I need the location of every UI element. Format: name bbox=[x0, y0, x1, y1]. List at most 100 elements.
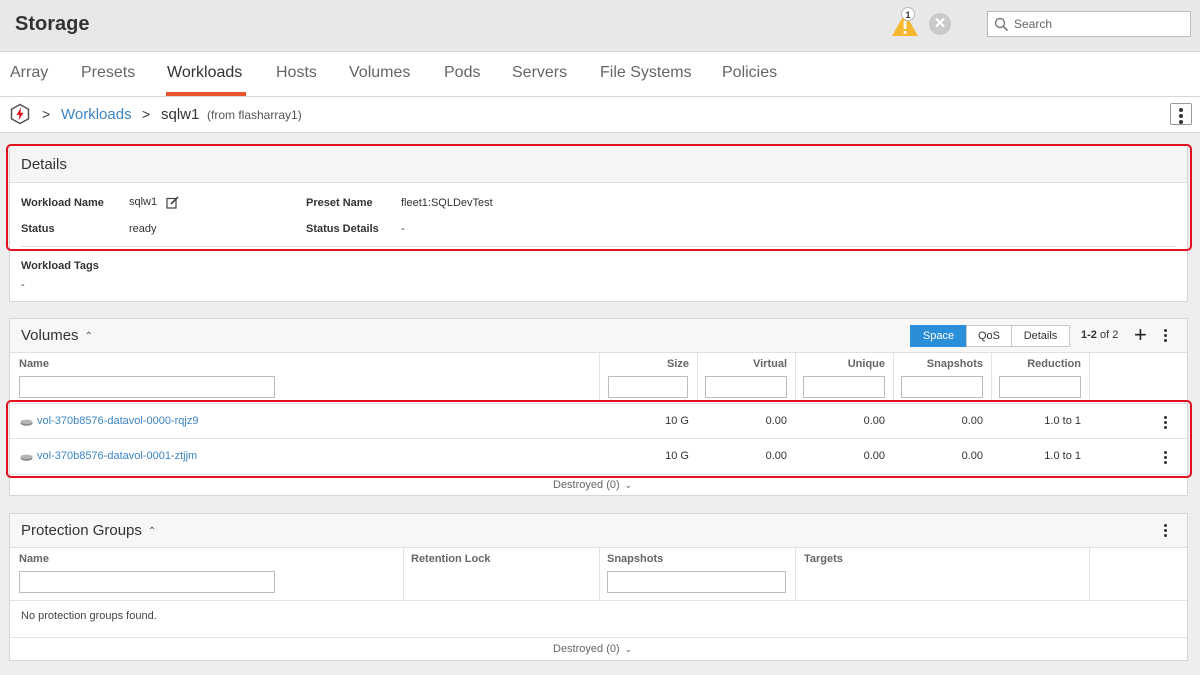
status-label: Status bbox=[21, 223, 55, 235]
pagination-label: 1-2 of 2 bbox=[1081, 329, 1118, 341]
array-logo-icon[interactable] bbox=[9, 103, 31, 125]
tab-policies[interactable]: Policies bbox=[722, 64, 777, 82]
col-divider bbox=[599, 548, 600, 600]
workload-tags-label: Workload Tags bbox=[21, 260, 99, 272]
col-header-size[interactable]: Size bbox=[600, 358, 689, 370]
snapshots-filter-input[interactable] bbox=[901, 376, 983, 398]
protection-groups-destroyed-toggle[interactable]: Destroyed (0) ⌄ bbox=[553, 643, 632, 655]
volumes-header: Volumes ⌃ Space QoS Details 1-2 of 2 + bbox=[10, 319, 1187, 353]
breadcrumb: > Workloads > sqlw1 (from flasharray1) bbox=[0, 97, 1200, 133]
chevron-down-icon: ⌄ bbox=[624, 644, 633, 654]
chevron-down-icon: ⌄ bbox=[624, 480, 633, 490]
workload-name-label: Workload Name bbox=[21, 197, 104, 209]
col-header-virtual[interactable]: Virtual bbox=[698, 358, 787, 370]
row-more-menu-icon[interactable] bbox=[1162, 451, 1168, 466]
divider bbox=[10, 438, 1187, 439]
chevron-up-icon: ⌃ bbox=[84, 330, 93, 342]
breadcrumb-separator: > bbox=[42, 106, 51, 122]
col-header-targets[interactable]: Targets bbox=[804, 553, 843, 565]
view-space-button[interactable]: Space bbox=[910, 325, 967, 347]
add-volume-icon[interactable]: + bbox=[1134, 324, 1147, 346]
search-input[interactable] bbox=[1014, 15, 1184, 33]
view-qos-button[interactable]: QoS bbox=[966, 325, 1012, 347]
volume-snapshots: 0.00 bbox=[961, 415, 983, 427]
size-filter-input[interactable] bbox=[608, 376, 688, 398]
divider bbox=[10, 403, 1187, 404]
details-title: Details bbox=[21, 156, 67, 173]
tab-file-systems[interactable]: File Systems bbox=[600, 64, 692, 82]
volumes-destroyed-label: Destroyed (0) bbox=[553, 479, 620, 491]
breadcrumb-current: sqlw1 bbox=[161, 106, 200, 123]
volume-unique: 0.00 bbox=[863, 450, 885, 462]
status-details-label: Status Details bbox=[306, 223, 379, 235]
workload-tags-value: - bbox=[21, 279, 25, 291]
workload-name-value: sqlw1 bbox=[129, 196, 158, 208]
tab-workloads[interactable]: Workloads bbox=[167, 64, 242, 82]
col-header-snapshots[interactable]: Snapshots bbox=[607, 553, 663, 565]
tab-array[interactable]: Array bbox=[10, 64, 48, 82]
name-filter-input[interactable] bbox=[19, 376, 275, 398]
volume-reduction: 1.0 to 1 bbox=[1044, 415, 1081, 427]
pagination-range: 1-2 bbox=[1081, 329, 1097, 341]
divider bbox=[20, 246, 1177, 247]
main-nav-tabs: Array Presets Workloads Hosts Volumes Po… bbox=[0, 52, 1200, 97]
tab-hosts[interactable]: Hosts bbox=[276, 64, 317, 82]
search-field[interactable] bbox=[987, 11, 1191, 37]
col-header-name[interactable]: Name bbox=[19, 358, 49, 370]
protection-groups-header: Protection Groups ⌃ bbox=[10, 514, 1187, 548]
protection-groups-more-menu-icon[interactable] bbox=[1162, 524, 1168, 539]
view-details-button[interactable]: Details bbox=[1011, 325, 1070, 347]
protection-groups-title[interactable]: Protection Groups ⌃ bbox=[21, 522, 156, 539]
breadcrumb-source: (from flasharray1) bbox=[207, 108, 302, 122]
volumes-panel: Volumes ⌃ Space QoS Details 1-2 of 2 + Na… bbox=[9, 318, 1188, 496]
app-title: Storage bbox=[15, 13, 90, 35]
volumes-title-text: Volumes bbox=[21, 327, 79, 344]
edit-icon[interactable] bbox=[166, 196, 179, 209]
tab-presets[interactable]: Presets bbox=[81, 64, 135, 82]
volumes-destroyed-toggle[interactable]: Destroyed (0) ⌄ bbox=[553, 479, 632, 491]
details-header: Details bbox=[10, 146, 1187, 183]
volume-icon bbox=[20, 454, 33, 461]
volumes-more-menu-icon[interactable] bbox=[1162, 329, 1168, 344]
preset-name-value: fleet1:SQLDevTest bbox=[401, 197, 493, 209]
col-header-unique[interactable]: Unique bbox=[796, 358, 885, 370]
row-more-menu-icon[interactable] bbox=[1162, 416, 1168, 431]
volume-size: 10 G bbox=[665, 415, 689, 427]
protection-groups-destroyed-label: Destroyed (0) bbox=[553, 643, 620, 655]
col-header-reduction[interactable]: Reduction bbox=[992, 358, 1081, 370]
tab-pods[interactable]: Pods bbox=[444, 64, 480, 82]
col-header-retention-lock[interactable]: Retention Lock bbox=[411, 553, 490, 565]
divider bbox=[10, 474, 1187, 475]
close-icon[interactable]: ✕ bbox=[929, 13, 951, 35]
status-details-value: - bbox=[401, 223, 405, 235]
volume-unique: 0.00 bbox=[863, 415, 885, 427]
tab-volumes[interactable]: Volumes bbox=[349, 64, 410, 82]
volume-name-link[interactable]: vol-370b8576-datavol-0001-ztjjm bbox=[37, 450, 197, 462]
reduction-filter-input[interactable] bbox=[999, 376, 1081, 398]
alert-count-badge: 1 bbox=[901, 7, 915, 21]
status-value: ready bbox=[129, 223, 157, 235]
col-header-snapshots[interactable]: Snapshots bbox=[894, 358, 983, 370]
unique-filter-input[interactable] bbox=[803, 376, 885, 398]
protection-groups-panel: Protection Groups ⌃ Name Retention Lock S… bbox=[9, 513, 1188, 661]
name-filter-input[interactable] bbox=[19, 571, 275, 593]
search-icon bbox=[994, 17, 1009, 32]
active-tab-indicator bbox=[166, 92, 246, 96]
volume-virtual: 0.00 bbox=[765, 415, 787, 427]
breadcrumb-separator: > bbox=[142, 106, 151, 122]
snapshots-filter-input[interactable] bbox=[607, 571, 786, 593]
col-divider bbox=[403, 548, 404, 600]
breadcrumb-workloads-link[interactable]: Workloads bbox=[61, 106, 132, 123]
details-panel: Details Workload Name sqlw1 Preset Name … bbox=[9, 145, 1188, 302]
divider bbox=[10, 600, 1187, 601]
volumes-title[interactable]: Volumes ⌃ bbox=[21, 327, 93, 344]
tab-servers[interactable]: Servers bbox=[512, 64, 567, 82]
chevron-up-icon: ⌃ bbox=[147, 525, 157, 537]
volume-name-link[interactable]: vol-370b8576-datavol-0000-rqjz9 bbox=[37, 415, 198, 427]
divider bbox=[10, 637, 1187, 638]
virtual-filter-input[interactable] bbox=[705, 376, 787, 398]
col-header-name[interactable]: Name bbox=[19, 553, 49, 565]
volume-reduction: 1.0 to 1 bbox=[1044, 450, 1081, 462]
page-more-menu-button[interactable] bbox=[1170, 103, 1192, 125]
volume-icon bbox=[20, 419, 33, 426]
